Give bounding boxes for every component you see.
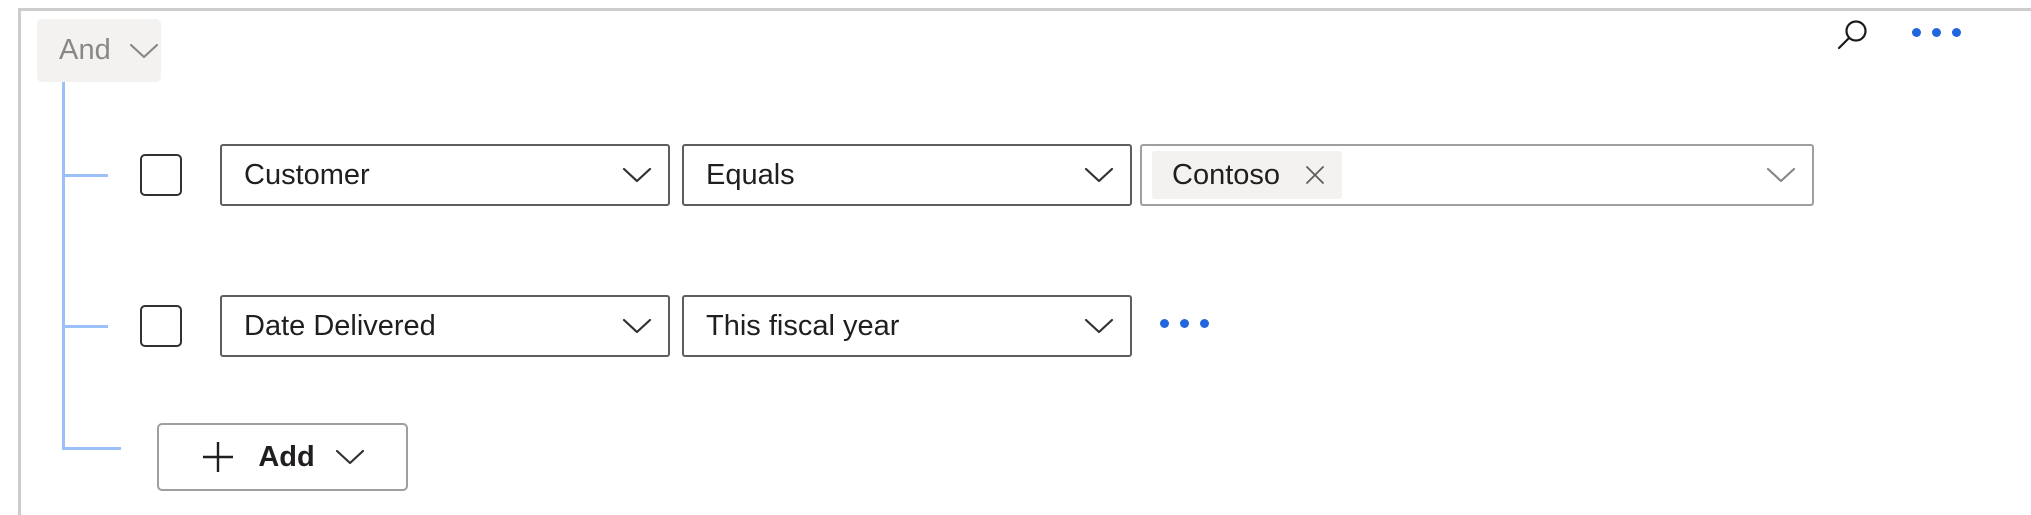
value-token: Contoso <box>1152 151 1343 199</box>
dot <box>1180 319 1189 328</box>
operator-dropdown-value: Equals <box>706 158 795 191</box>
tree-connector-branch <box>62 447 121 450</box>
chevron-down-icon <box>1084 167 1114 183</box>
field-dropdown[interactable]: Date Delivered <box>220 295 670 357</box>
search-icon[interactable] <box>1833 17 1871 55</box>
group-operator-label: And <box>59 34 111 66</box>
dot <box>1200 319 1209 328</box>
value-token-label: Contoso <box>1172 158 1281 191</box>
panel-top-border <box>18 8 2031 11</box>
add-button[interactable]: Add <box>157 423 408 491</box>
dot <box>1912 28 1921 37</box>
operator-dropdown[interactable]: Equals <box>682 144 1132 206</box>
field-dropdown[interactable]: Customer <box>220 144 670 206</box>
chevron-down-icon <box>335 449 364 465</box>
tree-connector-trunk <box>62 82 65 450</box>
chevron-down-icon <box>129 43 159 58</box>
chevron-down-icon <box>1766 167 1796 183</box>
field-dropdown-value: Customer <box>244 158 370 191</box>
more-options-icon[interactable] <box>1156 309 1213 338</box>
condition-select-checkbox[interactable] <box>140 154 182 196</box>
dot <box>1160 319 1169 328</box>
tree-connector-branch <box>62 174 108 177</box>
chevron-down-icon <box>622 318 652 334</box>
operator-dropdown[interactable]: This fiscal year <box>682 295 1132 357</box>
tree-connector-branch <box>62 325 108 328</box>
more-options-icon[interactable] <box>1908 18 1965 47</box>
field-dropdown-value: Date Delivered <box>244 309 436 342</box>
close-icon[interactable] <box>1302 162 1328 188</box>
group-operator-dropdown[interactable]: And <box>37 19 161 82</box>
value-picker[interactable]: Contoso <box>1140 144 1814 206</box>
plus-icon <box>203 442 234 472</box>
dot <box>1932 28 1941 37</box>
add-button-label: Add <box>258 440 315 473</box>
condition-select-checkbox[interactable] <box>140 305 182 347</box>
chevron-down-icon <box>1084 318 1114 334</box>
dot <box>1952 28 1961 37</box>
filter-builder-panel: And Customer Equals Contoso Date Deliver… <box>0 0 2031 515</box>
operator-dropdown-value: This fiscal year <box>706 309 900 342</box>
chevron-down-icon <box>622 167 652 183</box>
panel-left-border <box>18 8 21 515</box>
